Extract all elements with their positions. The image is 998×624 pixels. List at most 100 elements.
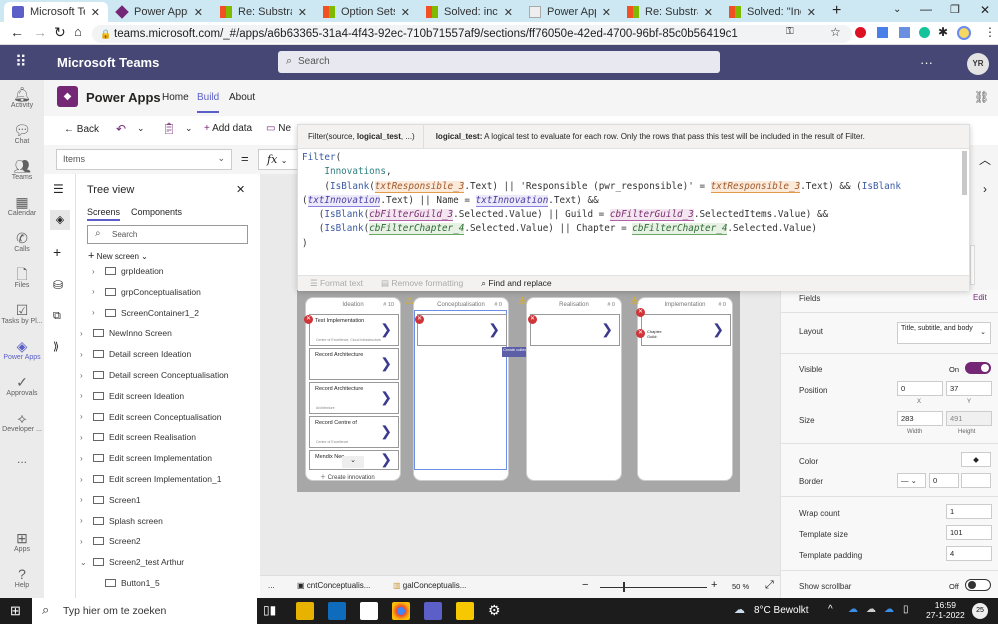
fit-to-window-icon[interactable]: ⤢ bbox=[765, 579, 774, 592]
close-icon[interactable]: ✕ bbox=[704, 6, 713, 19]
gallery-card[interactable]: Record Architecture ❯ bbox=[309, 348, 399, 380]
nav-build[interactable]: Build bbox=[197, 92, 220, 113]
fx-button[interactable]: fx ⌄ bbox=[258, 149, 298, 170]
find-replace-button[interactable]: ⌕ Find and replace bbox=[481, 278, 551, 289]
collapse-formula-icon[interactable]: ︿ bbox=[979, 151, 991, 168]
edit-fields-link[interactable]: Edit bbox=[973, 293, 987, 302]
zoom-in-button[interactable]: + bbox=[711, 579, 717, 591]
gallery-card[interactable]: ❯ bbox=[530, 314, 620, 346]
grammarly-icon[interactable] bbox=[919, 27, 930, 38]
search-input[interactable]: ⌕ Search bbox=[278, 51, 720, 73]
show-scrollbar-toggle[interactable] bbox=[965, 579, 991, 591]
key-icon[interactable]: ⚿ bbox=[786, 26, 794, 37]
zoom-slider-thumb[interactable] bbox=[623, 582, 625, 592]
close-icon[interactable]: ✕ bbox=[504, 6, 513, 19]
minimize-icon[interactable]: — bbox=[920, 2, 932, 16]
rail-calls[interactable]: ✆ Calls bbox=[0, 230, 44, 253]
chevron-down-icon[interactable]: ⌄ bbox=[80, 558, 90, 567]
scrollbar[interactable] bbox=[962, 151, 967, 195]
settings-icon[interactable]: ⚙ bbox=[488, 602, 501, 619]
rail-calendar[interactable]: ▦ Calendar bbox=[0, 194, 44, 217]
rail-more[interactable]: ... bbox=[0, 452, 44, 466]
nav-home[interactable]: Home bbox=[162, 92, 189, 103]
rail-teams[interactable]: 👥︎ Teams bbox=[0, 158, 44, 181]
tree-item[interactable]: › Edit screen Implementation bbox=[80, 453, 212, 463]
tray-expand-icon[interactable]: ^ bbox=[828, 604, 833, 615]
close-icon[interactable]: ✕ bbox=[91, 6, 100, 19]
onedrive-icon[interactable]: ☁ bbox=[866, 604, 876, 615]
tree-item[interactable]: › Detail screen Conceptualisation bbox=[80, 370, 229, 380]
template-padding-input[interactable]: 4 bbox=[946, 546, 992, 561]
media-icon[interactable]: ⧉ bbox=[53, 310, 61, 323]
onedrive-icon[interactable]: ☁ bbox=[884, 604, 894, 615]
breadcrumb-gallery[interactable]: ▥ galConceptualis... bbox=[393, 581, 466, 590]
rail-help[interactable]: ? Help bbox=[0, 566, 44, 589]
reload-icon[interactable]: ↻ bbox=[54, 24, 66, 41]
windows-start-icon[interactable]: ⊞ bbox=[10, 603, 21, 619]
chevron-right-icon[interactable]: › bbox=[80, 371, 90, 380]
close-icon[interactable]: ✕ bbox=[401, 6, 410, 19]
gallery-card[interactable]: Record Architecture Architecture ❯ bbox=[309, 382, 399, 414]
chrome-icon[interactable] bbox=[392, 602, 410, 620]
browser-tab[interactable]: Solved: incompat✕ bbox=[418, 2, 521, 22]
app-launcher-icon[interactable]: ⠿ bbox=[15, 52, 27, 72]
formula-code[interactable]: Filter( Innovations, (IsBlank(txtRespons… bbox=[298, 149, 969, 275]
browser-tab[interactable]: Option Sets and N✕ bbox=[315, 2, 418, 22]
more-options-icon[interactable]: ··· bbox=[920, 55, 933, 70]
chevron-right-icon[interactable]: › bbox=[92, 308, 102, 317]
back-button[interactable]: ← Back bbox=[64, 124, 99, 135]
forward-arrow-icon[interactable]: → bbox=[33, 24, 47, 40]
chevron-right-icon[interactable]: › bbox=[80, 516, 90, 525]
remove-formatting-button[interactable]: ▤ Remove formatting bbox=[381, 278, 463, 289]
create-innovation-button[interactable]: ＋ Create innovation bbox=[320, 472, 375, 481]
chevron-right-icon[interactable]: › bbox=[80, 537, 90, 546]
puzzle-icon[interactable]: ✱ bbox=[938, 25, 948, 39]
translate-icon[interactable] bbox=[877, 27, 888, 38]
home-icon[interactable]: ⌂ bbox=[74, 24, 82, 39]
rail-files[interactable]: 🗋 Files bbox=[0, 266, 44, 289]
browser-tab[interactable]: Microsoft Teams✕ bbox=[4, 2, 108, 22]
undo-icon[interactable]: ↶ bbox=[116, 122, 126, 136]
close-icon[interactable]: ✕ bbox=[602, 6, 611, 19]
advanced-tools-icon[interactable]: ⟫ bbox=[53, 340, 59, 353]
more-button[interactable]: ... bbox=[268, 581, 275, 590]
chevron-right-icon[interactable]: › bbox=[92, 267, 102, 276]
tree-item[interactable]: › NewInno Screen bbox=[80, 328, 172, 338]
store-icon[interactable] bbox=[360, 602, 378, 620]
paste-icon[interactable]: 📋︎ bbox=[162, 122, 176, 135]
browser-tab[interactable]: Solved: "Incompa✕ bbox=[721, 2, 824, 22]
tree-item[interactable]: › ScreenContainer1_2 bbox=[92, 308, 199, 318]
notifications-badge[interactable]: 25 bbox=[972, 603, 988, 619]
chevron-right-icon[interactable]: › bbox=[80, 475, 90, 484]
taskbar-search-input[interactable]: ⌕ Typ hier om te zoeken bbox=[32, 598, 257, 624]
chevron-right-icon[interactable]: › bbox=[80, 391, 90, 400]
sticky-notes-icon[interactable] bbox=[456, 602, 474, 620]
tree-item[interactable]: › Edit screen Conceptualisation bbox=[80, 412, 221, 422]
close-icon[interactable]: ✕ bbox=[236, 183, 245, 196]
rail-approvals[interactable]: ✓ Approvals bbox=[0, 374, 44, 397]
browser-tab[interactable]: Re: Substracting d✕ bbox=[619, 2, 721, 22]
tree-item[interactable]: › Screen1 bbox=[80, 495, 141, 505]
scroll-down-icon[interactable]: ⌄ bbox=[342, 456, 364, 468]
chevron-down-icon[interactable]: ⌄ bbox=[137, 123, 145, 134]
restore-icon[interactable]: ❐ bbox=[950, 3, 960, 16]
chevron-right-icon[interactable]: › bbox=[92, 287, 102, 296]
position-y-input[interactable]: 37 bbox=[946, 381, 992, 396]
wrap-count-input[interactable]: 1 bbox=[946, 504, 992, 519]
extension-icon[interactable] bbox=[855, 27, 866, 38]
chevron-right-icon[interactable]: › bbox=[80, 329, 90, 338]
teams-icon[interactable] bbox=[424, 602, 442, 620]
browser-tab[interactable]: Power Apps | Solu✕ bbox=[108, 2, 211, 22]
tree-item[interactable]: › Edit screen Implementation_1 bbox=[80, 474, 221, 484]
border-color-picker[interactable] bbox=[961, 473, 991, 488]
chevron-right-icon[interactable]: › bbox=[80, 433, 90, 442]
zoom-out-button[interactable]: − bbox=[582, 579, 588, 591]
profile-avatar[interactable] bbox=[957, 26, 971, 40]
gallery-card[interactable]: Record Centre of Centre of Excellence ❯ bbox=[309, 416, 399, 448]
close-icon[interactable]: ✕ bbox=[807, 6, 816, 19]
extension-icon[interactable] bbox=[899, 27, 910, 38]
star-icon[interactable]: ☆ bbox=[830, 25, 841, 39]
onedrive-icon[interactable]: ☁ bbox=[848, 604, 858, 615]
tab-search-icon[interactable]: ⌄ bbox=[893, 4, 901, 15]
tree-item[interactable]: › Detail screen Ideation bbox=[80, 349, 191, 359]
